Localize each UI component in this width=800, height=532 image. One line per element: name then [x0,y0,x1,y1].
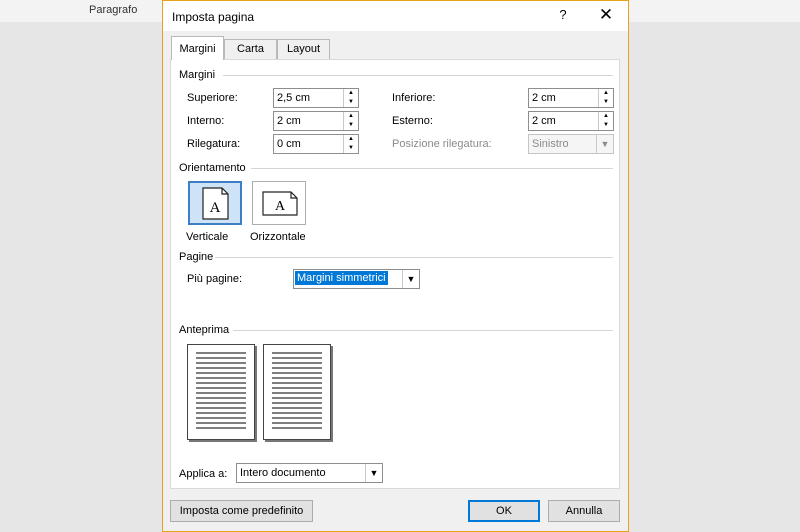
landscape-icon: A [262,191,298,216]
spin-up-icon[interactable]: ▲ [600,89,612,98]
portrait-label[interactable]: Verticale [186,231,228,243]
portrait-glyph: A [210,200,221,216]
spin-up-icon[interactable]: ▲ [345,89,357,98]
landscape-option[interactable]: A [252,181,306,225]
pages-separator [215,257,613,258]
orientation-separator [251,168,613,169]
spin-down-icon[interactable]: ▼ [345,121,357,130]
outer-margin-spinner[interactable]: 2 cm ▲ ▼ [528,111,614,131]
inner-margin-value: 2 cm [277,115,301,127]
margins-section-title: Margini [179,69,216,81]
chevron-down-icon[interactable]: ▼ [365,464,382,482]
spinner-arrows[interactable]: ▲ ▼ [598,89,613,107]
tab-margins[interactable]: Margini [171,36,224,60]
tab-panel-margins: Margini Superiore: 2,5 cm ▲ ▼ Inferiore: … [170,59,620,489]
landscape-glyph: A [275,199,286,214]
chevron-down-icon[interactable]: ▼ [402,270,419,288]
spinner-arrows[interactable]: ▲ ▼ [598,112,613,130]
tab-paper[interactable]: Carta [224,39,277,59]
preview-page-right [263,344,331,440]
preview-lines-left [196,352,246,429]
top-margin-label: Superiore: [187,92,238,104]
gutter-position-label: Posizione rilegatura: [392,138,492,150]
spin-down-icon[interactable]: ▼ [345,144,357,153]
spin-down-icon[interactable]: ▼ [600,98,612,107]
cancel-button[interactable]: Annulla [548,500,620,522]
tab-layout[interactable]: Layout [277,39,330,59]
multiple-pages-value: Margini simmetrici [295,271,388,285]
gutter-label: Rilegatura: [187,138,241,150]
apply-to-select[interactable]: Intero documento ▼ [236,463,383,483]
margins-separator [223,75,613,76]
bottom-margin-label: Inferiore: [392,92,436,104]
preview-separator [233,330,613,331]
top-margin-spinner[interactable]: 2,5 cm ▲ ▼ [273,88,359,108]
outer-margin-value: 2 cm [532,115,556,127]
spin-down-icon[interactable]: ▼ [345,98,357,107]
bottom-margin-spinner[interactable]: 2 cm ▲ ▼ [528,88,614,108]
page-setup-dialog: Imposta pagina ? ✕ Margini Carta Layout … [162,0,629,532]
gutter-position-select: Sinistro ▼ [528,134,614,154]
set-as-default-button[interactable]: Imposta come predefinito [170,500,313,522]
close-icon[interactable]: ✕ [596,5,616,25]
spinner-arrows[interactable]: ▲ ▼ [343,89,358,107]
preview-lines-right [272,352,322,429]
multiple-pages-label: Più pagine: [187,273,243,285]
spin-up-icon[interactable]: ▲ [345,112,357,121]
outer-margin-label: Esterno: [392,115,433,127]
portrait-option[interactable]: A [188,181,242,225]
bottom-margin-value: 2 cm [532,92,556,104]
preview-page-left [187,344,255,440]
apply-to-value: Intero documento [240,467,326,479]
preview-section-title: Anteprima [179,324,230,336]
spin-down-icon[interactable]: ▼ [600,121,612,130]
pages-section-title: Pagine [179,251,214,263]
inner-margin-label: Interno: [187,115,225,127]
landscape-label[interactable]: Orizzontale [250,231,306,243]
help-button[interactable]: ? [555,7,571,25]
inner-margin-spinner[interactable]: 2 cm ▲ ▼ [273,111,359,131]
dialog-titlebar: Imposta pagina ? ✕ [163,1,628,31]
gutter-value: 0 cm [277,138,301,150]
ok-button[interactable]: OK [468,500,540,522]
dialog-title: Imposta pagina [172,10,255,24]
apply-to-label: Applica a: [179,468,228,480]
gutter-position-value: Sinistro [532,138,569,150]
ribbon-group-paragraph: Paragrafo [89,4,138,16]
spin-up-icon[interactable]: ▲ [345,135,357,144]
chevron-down-icon: ▼ [596,135,613,153]
multiple-pages-select[interactable]: Margini simmetrici ▼ [293,269,420,289]
spinner-arrows[interactable]: ▲ ▼ [343,112,358,130]
top-margin-value: 2,5 cm [277,92,311,104]
gutter-spinner[interactable]: 0 cm ▲ ▼ [273,134,359,154]
portrait-icon: A [202,187,229,220]
orientation-section-title: Orientamento [179,162,246,174]
spin-up-icon[interactable]: ▲ [600,112,612,121]
spinner-arrows[interactable]: ▲ ▼ [343,135,358,153]
